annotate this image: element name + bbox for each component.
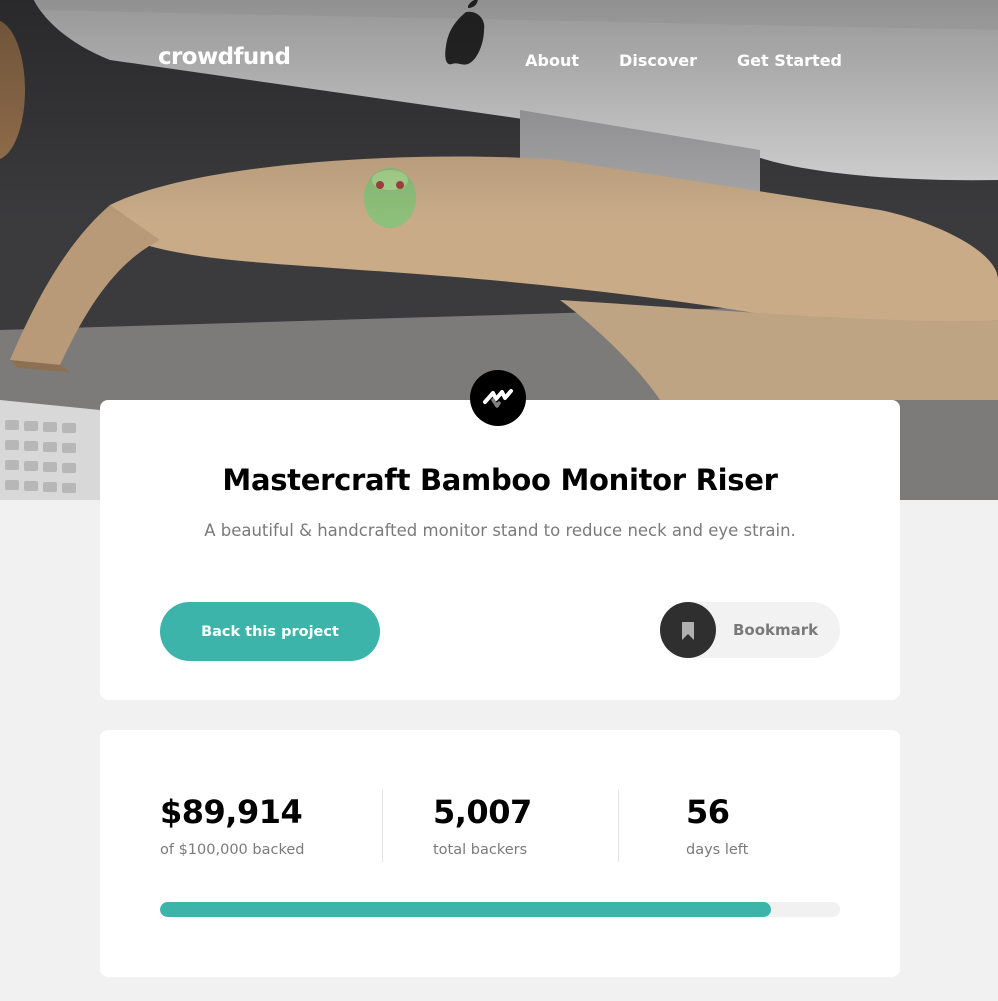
stats-card: $89,914 of $100,000 backed 5,007 total b…	[100, 730, 900, 977]
bookmark-label: Bookmark	[733, 621, 819, 639]
mastercraft-logo-icon	[470, 370, 526, 426]
backed-amount: $89,914	[160, 793, 303, 831]
stat-backers: 5,007 total backers	[433, 792, 532, 858]
bookmark-icon	[682, 622, 694, 640]
progress-bar	[160, 902, 840, 917]
back-project-button[interactable]: Back this project	[160, 602, 380, 661]
backed-label: of $100,000 backed	[160, 842, 305, 858]
project-subtitle: A beautiful & handcrafted monitor stand …	[204, 521, 796, 540]
backers-count: 5,007	[433, 793, 532, 831]
nav-about[interactable]: About	[525, 51, 579, 70]
stat-backed: $89,914 of $100,000 backed	[160, 792, 304, 858]
days-label: days left	[686, 842, 749, 858]
project-intro-card: Mastercraft Bamboo Monitor Riser A beaut…	[100, 400, 900, 700]
days-count: 56	[686, 793, 730, 831]
stat-days: 56 days left	[686, 792, 748, 858]
stat-divider	[382, 790, 383, 862]
nav-discover[interactable]: Discover	[619, 51, 697, 70]
backers-label: total backers	[433, 842, 528, 858]
hero-overlay	[0, 0, 998, 220]
stat-divider	[618, 790, 619, 862]
nav-get-started[interactable]: Get Started	[737, 51, 842, 70]
main-nav: About Discover Get Started	[525, 51, 842, 70]
project-title: Mastercraft Bamboo Monitor Riser	[222, 463, 778, 497]
site-logo[interactable]: crowdfund	[158, 44, 291, 70]
bookmark-button[interactable]: Bookmark	[660, 602, 840, 658]
bookmark-icon-circle	[660, 602, 716, 658]
progress-fill	[160, 902, 772, 917]
